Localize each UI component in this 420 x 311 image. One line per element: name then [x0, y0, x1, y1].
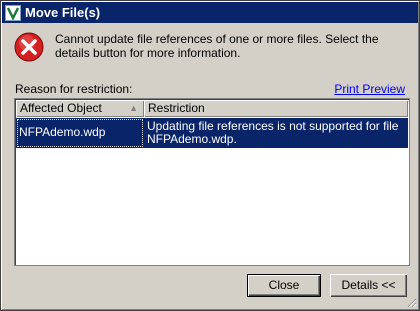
affected-object-cell: NFPAdemo.wdp: [16, 118, 144, 148]
title-bar[interactable]: Move File(s): [2, 2, 418, 23]
details-button[interactable]: Details <<: [330, 274, 407, 297]
move-files-dialog: Move File(s) Cannot update file referenc…: [0, 0, 420, 311]
error-icon: [14, 32, 44, 62]
window-title: Move File(s): [25, 5, 101, 20]
close-button[interactable]: Close: [247, 274, 321, 297]
column-header-affected-object[interactable]: Affected Object ▲: [16, 100, 144, 117]
column-header-label: Affected Object: [20, 101, 102, 115]
message-text: Cannot update file references of one or …: [55, 32, 379, 60]
restrictions-table[interactable]: Affected Object ▲ Restriction NFPAdemo.w…: [14, 98, 410, 266]
reason-label: Reason for restriction:: [15, 82, 133, 96]
sort-ascending-icon: ▲: [129, 103, 138, 113]
column-header-label: Restriction: [148, 101, 205, 115]
restriction-cell: Updating file references is not supporte…: [147, 119, 399, 146]
table-header: Affected Object ▲ Restriction: [16, 100, 408, 117]
table-row[interactable]: NFPAdemo.wdp Updating file references is…: [16, 118, 408, 148]
print-preview-link[interactable]: Print Preview: [334, 82, 405, 96]
app-logo-icon: [5, 4, 21, 21]
resize-grip-icon[interactable]: [405, 296, 417, 308]
column-header-restriction[interactable]: Restriction: [144, 100, 408, 117]
